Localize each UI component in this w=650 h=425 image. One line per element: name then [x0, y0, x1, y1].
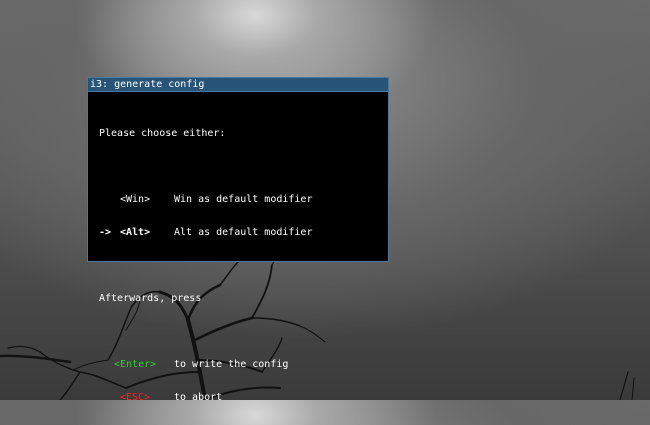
option-alt[interactable]: -> <Alt> Alt as default modifier — [99, 227, 312, 238]
afterwards-text: Afterwards, press — [99, 293, 202, 304]
option-key-alt: <Alt> — [120, 227, 151, 238]
dialog-content: Please choose either: <Win> Win as defaul… — [99, 106, 312, 425]
window-title: i3: generate config — [88, 78, 388, 92]
enter-key: <Enter> — [114, 359, 157, 370]
prompt-text: Please choose either: — [99, 128, 226, 139]
enter-desc: to write the config — [174, 359, 289, 370]
option-key-win: <Win> — [120, 194, 151, 205]
action-esc[interactable]: <ESC> to abort — [99, 392, 312, 403]
selection-arrow: -> — [99, 227, 118, 238]
esc-key: <ESC> — [120, 392, 151, 403]
esc-desc: to abort — [174, 392, 223, 403]
generate-config-window[interactable]: i3: generate config Please choose either… — [87, 77, 389, 403]
option-marker — [99, 194, 120, 205]
option-desc-alt: Alt as default modifier — [174, 227, 313, 238]
action-enter[interactable]: <Enter> to write the config — [99, 359, 312, 370]
option-desc-win: Win as default modifier — [174, 194, 313, 205]
option-win[interactable]: <Win> Win as default modifier — [99, 194, 312, 205]
